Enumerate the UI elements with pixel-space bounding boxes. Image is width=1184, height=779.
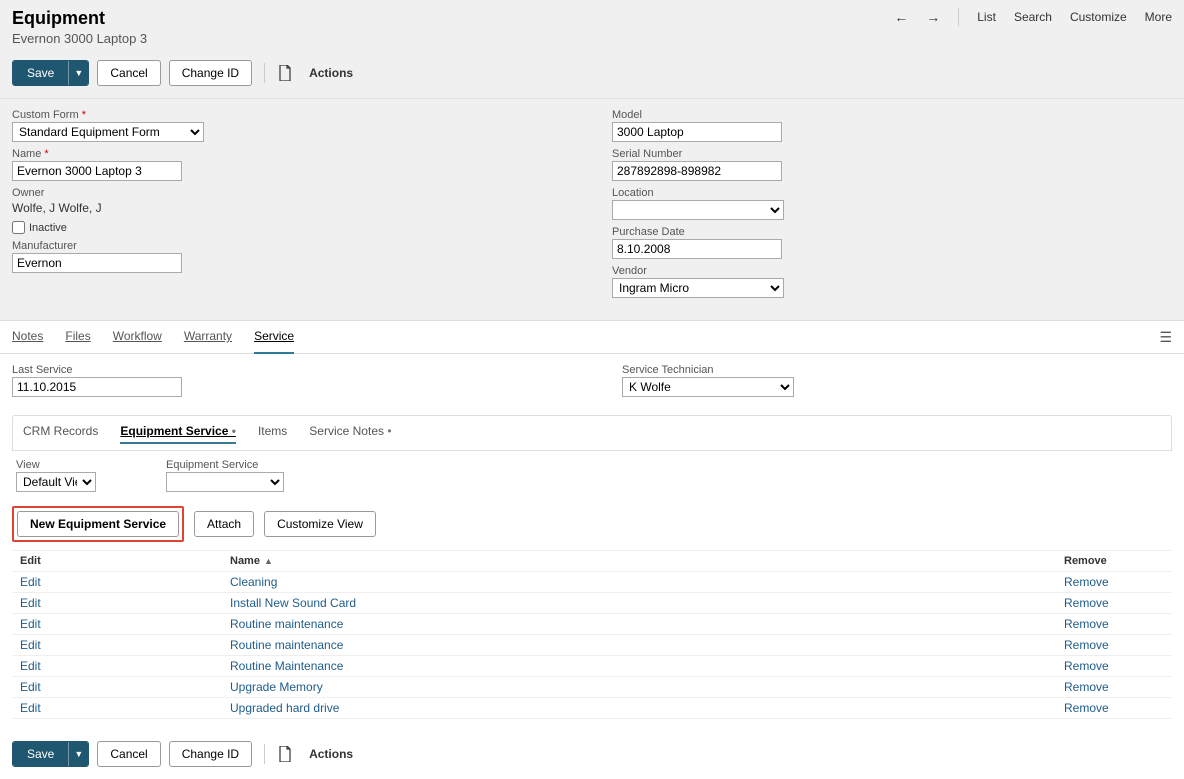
purchase-date-input[interactable]: [612, 239, 782, 259]
footer-save-split-button[interactable]: Save ▼: [12, 741, 89, 767]
service-name-link[interactable]: Cleaning: [230, 575, 277, 589]
attach-button[interactable]: Attach: [194, 511, 254, 537]
customize-view-button[interactable]: Customize View: [264, 511, 376, 537]
name-input[interactable]: [12, 161, 182, 181]
change-id-button[interactable]: Change ID: [169, 60, 252, 86]
serial-number-label: Serial Number: [612, 148, 1172, 160]
custom-form-label: Custom Form *: [12, 109, 572, 121]
view-filter-select[interactable]: Default View: [16, 472, 96, 492]
edit-link[interactable]: Edit: [20, 680, 41, 694]
table-row: Edit Routine Maintenance Remove: [12, 656, 1172, 677]
equipment-service-filter-label: Equipment Service: [166, 459, 284, 471]
remove-link[interactable]: Remove: [1064, 596, 1109, 610]
service-name-link[interactable]: Upgrade Memory: [230, 680, 323, 694]
edit-link[interactable]: Edit: [20, 596, 41, 610]
footer-cancel-button[interactable]: Cancel: [97, 741, 160, 767]
table-row: Edit Upgraded hard drive Remove: [12, 698, 1172, 719]
custom-form-select[interactable]: Standard Equipment Form: [12, 122, 204, 142]
tab-workflow[interactable]: Workflow: [113, 320, 162, 354]
subtab-service-notes[interactable]: Service Notes: [309, 424, 391, 444]
remove-link[interactable]: Remove: [1064, 617, 1109, 631]
save-split-button[interactable]: Save ▼: [12, 60, 89, 86]
tab-warranty[interactable]: Warranty: [184, 320, 232, 354]
footer-document-icon[interactable]: [277, 746, 293, 762]
nav-list[interactable]: List: [977, 10, 996, 24]
subtab-crm-records[interactable]: CRM Records: [23, 424, 98, 444]
table-row: Edit Upgrade Memory Remove: [12, 677, 1172, 698]
table-row: Edit Cleaning Remove: [12, 572, 1172, 593]
remove-link[interactable]: Remove: [1064, 659, 1109, 673]
remove-link[interactable]: Remove: [1064, 680, 1109, 694]
service-name-link[interactable]: Upgraded hard drive: [230, 701, 339, 715]
serial-number-input[interactable]: [612, 161, 782, 181]
subtab-equipment-service[interactable]: Equipment Service: [120, 424, 236, 444]
purchase-date-label: Purchase Date: [612, 226, 1172, 238]
footer-action-divider: [264, 744, 265, 764]
footer-save-button[interactable]: Save: [13, 742, 68, 766]
page-title: Equipment: [12, 8, 147, 29]
service-technician-label: Service Technician: [622, 364, 794, 376]
sort-asc-icon: ▲: [264, 556, 273, 566]
remove-link[interactable]: Remove: [1064, 575, 1109, 589]
service-name-link[interactable]: Routine Maintenance: [230, 659, 343, 673]
edit-link[interactable]: Edit: [20, 638, 41, 652]
owner-label: Owner: [12, 187, 572, 199]
remove-link[interactable]: Remove: [1064, 701, 1109, 715]
vendor-select[interactable]: Ingram Micro: [612, 278, 784, 298]
service-name-link[interactable]: Routine maintenance: [230, 638, 343, 652]
nav-customize[interactable]: Customize: [1070, 10, 1127, 24]
last-service-input[interactable]: [12, 377, 182, 397]
highlight-box: New Equipment Service: [12, 506, 184, 542]
edit-link[interactable]: Edit: [20, 701, 41, 715]
nav-search[interactable]: Search: [1014, 10, 1052, 24]
name-label: Name *: [12, 148, 572, 160]
vendor-label: Vendor: [612, 265, 1172, 277]
new-equipment-service-button[interactable]: New Equipment Service: [17, 511, 179, 537]
edit-link[interactable]: Edit: [20, 575, 41, 589]
page-subtitle: Evernon 3000 Laptop 3: [12, 31, 147, 46]
location-label: Location: [612, 187, 1172, 199]
table-row: Edit Routine maintenance Remove: [12, 614, 1172, 635]
save-button[interactable]: Save: [13, 61, 68, 85]
service-name-link[interactable]: Install New Sound Card: [230, 596, 356, 610]
save-caret-icon[interactable]: ▼: [68, 61, 88, 85]
nav-back-icon[interactable]: ←: [894, 9, 908, 25]
cancel-button[interactable]: Cancel: [97, 60, 160, 86]
edit-link[interactable]: Edit: [20, 617, 41, 631]
owner-value: Wolfe, J Wolfe, J: [12, 201, 572, 215]
view-toggle-icon[interactable]: ☰: [1159, 329, 1172, 346]
location-select[interactable]: [612, 200, 784, 220]
nav-more[interactable]: More: [1145, 10, 1172, 24]
last-service-label: Last Service: [12, 364, 582, 376]
column-header-remove[interactable]: Remove: [1064, 555, 1164, 567]
model-input[interactable]: [612, 122, 782, 142]
manufacturer-label: Manufacturer: [12, 240, 572, 252]
subtab-items[interactable]: Items: [258, 424, 287, 444]
footer-change-id-button[interactable]: Change ID: [169, 741, 252, 767]
model-label: Model: [612, 109, 1172, 121]
document-icon[interactable]: [277, 65, 293, 81]
edit-link[interactable]: Edit: [20, 659, 41, 673]
service-name-link[interactable]: Routine maintenance: [230, 617, 343, 631]
service-technician-select[interactable]: K Wolfe: [622, 377, 794, 397]
equipment-service-filter-select[interactable]: [166, 472, 284, 492]
nav-forward-icon[interactable]: →: [926, 9, 940, 25]
manufacturer-input[interactable]: [12, 253, 182, 273]
footer-save-caret-icon[interactable]: ▼: [68, 742, 88, 766]
column-header-edit[interactable]: Edit: [20, 555, 230, 567]
inactive-label: Inactive: [29, 222, 67, 234]
tab-notes[interactable]: Notes: [12, 320, 43, 354]
column-header-name[interactable]: Name ▲: [230, 555, 1064, 567]
view-filter-label: View: [16, 459, 96, 471]
nav-divider: [958, 8, 959, 26]
inactive-checkbox[interactable]: [12, 221, 25, 234]
remove-link[interactable]: Remove: [1064, 638, 1109, 652]
actions-menu[interactable]: Actions: [309, 66, 353, 80]
table-row: Edit Install New Sound Card Remove: [12, 593, 1172, 614]
footer-actions-menu[interactable]: Actions: [309, 747, 353, 761]
action-divider: [264, 63, 265, 83]
tab-files[interactable]: Files: [65, 320, 90, 354]
tab-service[interactable]: Service: [254, 320, 294, 354]
